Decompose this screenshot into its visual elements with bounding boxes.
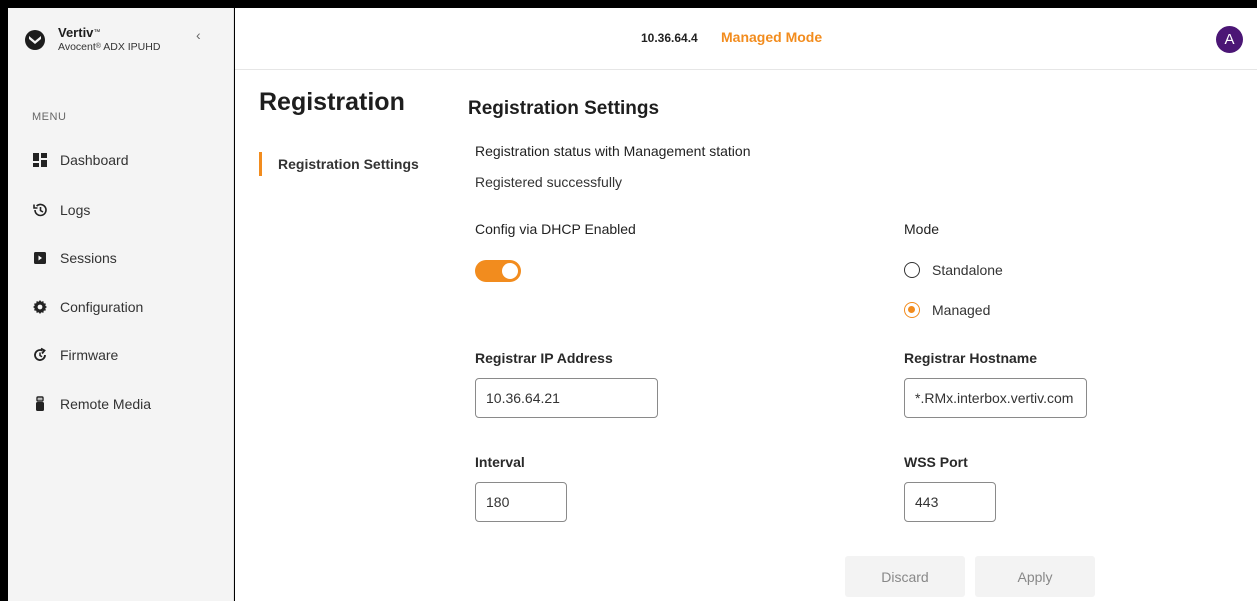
sidebar-item-label: Sessions [60,250,117,266]
radio-unchecked-icon [904,262,920,278]
interval-label: Interval [475,454,525,470]
sidebar-item-logs[interactable]: Logs [32,198,90,222]
app-frame: Vertiv™ Avocent® ADX IPUHD ‹ MENU Dashbo… [0,0,1257,601]
registration-status-label: Registration status with Management stat… [475,143,751,159]
brand-name: Vertiv™ [58,25,101,40]
apply-button[interactable]: Apply [975,556,1095,597]
avatar[interactable]: A [1216,26,1243,53]
collapse-sidebar-icon[interactable]: ‹ [196,27,201,43]
sidebar-item-firmware[interactable]: Firmware [32,343,118,367]
section-title: Registration Settings [468,98,660,119]
device-ip: 10.36.64.4 [641,31,698,45]
history-icon [32,202,48,218]
wss-port-input[interactable] [904,482,996,522]
mode-option-managed[interactable]: Managed [904,300,990,320]
sidebar-item-remote-media[interactable]: Remote Media [32,392,151,416]
brand-product: Avocent® ADX IPUHD [58,41,161,53]
sidebar: Vertiv™ Avocent® ADX IPUHD ‹ MENU Dashbo… [8,8,234,601]
dhcp-label: Config via DHCP Enabled [475,221,636,237]
vertiv-logo-icon [25,30,45,50]
mode-status: Managed Mode [721,29,823,45]
sidebar-item-sessions[interactable]: Sessions [32,246,117,270]
radio-checked-icon [904,302,920,318]
top-bar: 10.36.64.4 Managed Mode A [235,8,1257,70]
interval-input[interactable] [475,482,567,522]
gear-icon [32,299,48,315]
radio-label: Standalone [932,262,1003,278]
radio-label: Managed [932,302,991,318]
discard-button[interactable]: Discard [845,556,965,597]
registrar-hostname-input[interactable] [904,378,1087,418]
brand: Vertiv™ Avocent® ADX IPUHD [24,26,160,54]
menu-label: MENU [32,111,67,123]
page-title: Registration [259,88,405,116]
wss-port-label: WSS Port [904,454,968,470]
firmware-update-icon [32,347,48,363]
sidebar-item-dashboard[interactable]: Dashboard [32,148,129,172]
registrar-hostname-label: Registrar Hostname [904,350,1038,366]
sidebar-item-label: Configuration [60,299,144,315]
sidebar-item-label: Firmware [60,347,119,363]
registrar-ip-input[interactable] [475,378,658,418]
sidebar-item-label: Remote Media [60,396,152,412]
subnav-registration-settings[interactable]: Registration Settings [259,152,419,176]
dashboard-icon [32,152,48,168]
sidebar-item-label: Dashboard [60,152,129,168]
sessions-icon [32,250,48,266]
sidebar-item-label: Logs [60,202,91,218]
mode-option-standalone[interactable]: Standalone [904,260,1003,280]
registrar-ip-label: Registrar IP Address [475,350,613,366]
mode-label: Mode [904,221,940,237]
dhcp-toggle[interactable] [475,260,521,282]
usb-icon [32,396,48,412]
main-content: 10.36.64.4 Managed Mode A Registration R… [235,8,1257,601]
sidebar-item-configuration[interactable]: Configuration [32,295,143,319]
registration-status-value: Registered successfully [475,174,623,190]
